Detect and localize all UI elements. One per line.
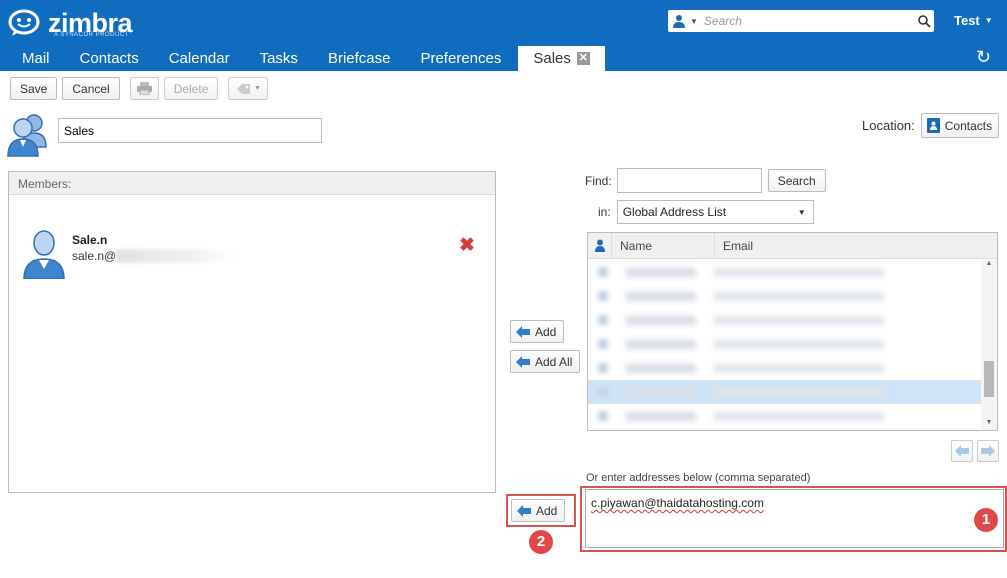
arrow-left-icon (955, 445, 969, 457)
scroll-up-icon[interactable]: ▲ (981, 260, 997, 274)
table-row[interactable] (588, 356, 982, 380)
tab-sales-label: Sales (533, 50, 571, 67)
arrow-left-icon (516, 355, 530, 368)
table-row[interactable] (588, 260, 982, 284)
brand-subtitle: A SYNACOR PRODUCT (54, 32, 129, 38)
find-input[interactable] (616, 168, 762, 193)
member-avatar (23, 229, 65, 280)
tab-sales[interactable]: Sales ✕ (518, 46, 605, 71)
highlight-box-step2 (506, 494, 576, 527)
location-label: Location: (862, 118, 915, 133)
tab-briefcase[interactable]: Briefcase (313, 46, 406, 71)
toolbar: Save Cancel Delete ▼ (10, 77, 269, 100)
arrow-right-icon (981, 445, 995, 457)
redacted-email-domain (116, 249, 237, 263)
search-input[interactable]: Search (704, 14, 914, 28)
in-row: in: Global Address List ▼ (598, 200, 814, 224)
zimbra-logo[interactable]: zimbra A SYNACOR PRODUCT (8, 8, 133, 38)
previous-page-button[interactable] (951, 440, 973, 462)
tab-preferences[interactable]: Preferences (405, 46, 516, 71)
add-all-button-label: Add All (535, 354, 573, 369)
source-selected: Global Address List (622, 205, 727, 219)
add-button[interactable]: Add (510, 320, 565, 343)
cancel-button[interactable]: Cancel (62, 77, 120, 100)
arrow-left-icon (516, 325, 530, 338)
search-scope-person-icon[interactable] (668, 10, 690, 32)
delete-button[interactable]: Delete (163, 77, 219, 100)
find-row: Find: Search (585, 168, 826, 193)
tag-button[interactable]: ▼ (228, 77, 269, 100)
refresh-icon[interactable]: ↻ (976, 47, 991, 68)
add-all-button[interactable]: Add All (510, 350, 581, 373)
find-label: Find: (585, 173, 612, 188)
tag-icon (236, 83, 250, 94)
column-name[interactable]: Name (612, 233, 715, 259)
save-button[interactable]: Save (10, 77, 58, 100)
next-page-button[interactable] (977, 440, 999, 462)
step-badge-1: 1 (974, 508, 998, 532)
members-header: Members: (9, 172, 495, 195)
contact-type-icon[interactable] (588, 233, 612, 259)
manual-address-label: Or enter addresses below (comma separate… (586, 472, 811, 484)
location-folder-button[interactable]: Contacts (920, 113, 1000, 138)
step-badge-2: 2 (529, 530, 553, 554)
print-button[interactable] (129, 77, 159, 100)
group-name-input[interactable] (58, 118, 322, 143)
scroll-down-icon[interactable]: ▼ (981, 416, 997, 430)
highlight-box-step1 (580, 486, 1007, 552)
search-button[interactable]: Search (767, 169, 826, 192)
app-tabs: Mail Contacts Calendar Tasks Briefcase P… (0, 46, 605, 71)
search-icon[interactable] (914, 10, 934, 32)
source-select[interactable]: Global Address List ▼ (616, 200, 814, 224)
print-icon (136, 82, 152, 95)
user-menu-chevron-down-icon: ▼ (984, 16, 993, 25)
members-panel: Members: Sale.n sale.n@ ✖ (8, 171, 496, 493)
member-name: Sale.n (72, 233, 108, 247)
search-box[interactable]: ▼ Search (668, 10, 934, 32)
table-row[interactable] (588, 380, 982, 404)
table-row[interactable] (588, 308, 982, 332)
redacted-results (588, 260, 982, 430)
location-value: Contacts (944, 118, 993, 133)
results-scrollbar[interactable]: ▲ ▼ (981, 260, 997, 430)
scroll-thumb[interactable] (984, 361, 994, 397)
table-row[interactable] (588, 404, 982, 428)
search-scope-chevron-down-icon[interactable]: ▼ (690, 17, 698, 26)
search-results-list[interactable]: Name Email ▲ ▼ (587, 232, 998, 431)
tab-mail[interactable]: Mail (0, 46, 65, 71)
add-button-label: Add (535, 324, 557, 339)
tab-calendar[interactable]: Calendar (154, 46, 245, 71)
results-pager (951, 440, 999, 462)
group-avatar (5, 111, 51, 157)
zimbra-logo-icon (8, 9, 40, 36)
tag-chevron-down-icon: ▼ (253, 85, 261, 92)
member-email: sale.n@ (72, 249, 237, 263)
chevron-down-icon: ▼ (797, 208, 806, 217)
tab-contacts[interactable]: Contacts (65, 46, 154, 71)
user-name: Test (954, 13, 980, 28)
member-item[interactable]: Sale.n sale.n@ ✖ (23, 226, 483, 282)
tab-close-icon[interactable]: ✕ (576, 52, 590, 65)
column-email[interactable]: Email (715, 239, 753, 253)
tab-tasks[interactable]: Tasks (245, 46, 313, 71)
location: Location: Contacts (862, 113, 1000, 138)
in-label: in: (598, 205, 611, 219)
app-header: zimbra A SYNACOR PRODUCT ▼ Search Test ▼… (0, 0, 1007, 71)
remove-member-icon[interactable]: ✖ (459, 236, 475, 255)
results-header: Name Email (588, 233, 997, 259)
address-book-icon (926, 118, 940, 133)
table-row[interactable] (588, 284, 982, 308)
table-row[interactable] (588, 332, 982, 356)
member-email-text: sale.n@ (72, 249, 117, 263)
user-menu[interactable]: Test ▼ (954, 13, 993, 28)
